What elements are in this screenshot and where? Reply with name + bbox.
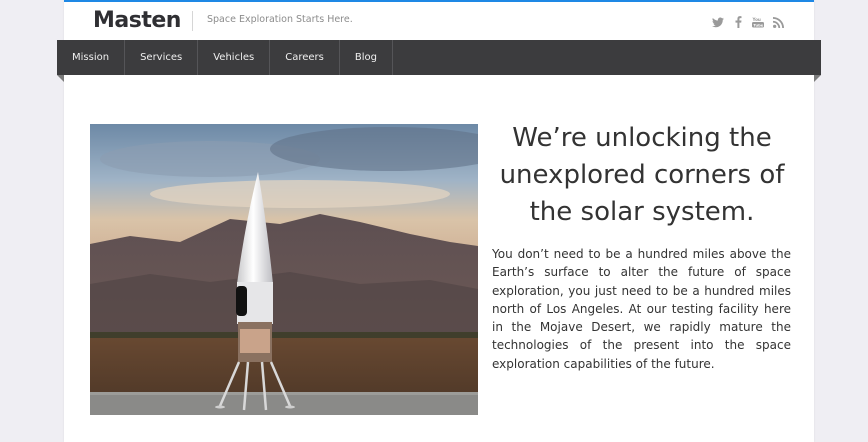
tagline: Space Exploration Starts Here. bbox=[207, 14, 353, 25]
logo-divider bbox=[192, 11, 193, 31]
twitter-icon[interactable] bbox=[712, 16, 724, 28]
social-links: You Tube bbox=[712, 16, 784, 28]
hero-body-text: You don’t need to be a hundred miles abo… bbox=[492, 247, 791, 371]
youtube-icon[interactable]: You Tube bbox=[752, 16, 764, 28]
ribbon-fold-right bbox=[814, 75, 821, 82]
svg-text:Tube: Tube bbox=[753, 23, 763, 27]
logo[interactable]: Masten bbox=[93, 6, 181, 36]
top-accent-line bbox=[64, 0, 814, 2]
nav-item-vehicles[interactable]: Vehicles bbox=[198, 40, 271, 75]
main-navigation: Mission Services Vehicles Careers Blog bbox=[57, 40, 821, 82]
nav-item-careers[interactable]: Careers bbox=[270, 40, 340, 75]
facebook-icon[interactable] bbox=[732, 16, 744, 28]
nav-item-services[interactable]: Services bbox=[125, 40, 199, 75]
ribbon-fold-left bbox=[57, 75, 64, 82]
svg-text:You: You bbox=[752, 17, 761, 22]
nav-item-mission[interactable]: Mission bbox=[57, 40, 126, 75]
nav-item-blog[interactable]: Blog bbox=[340, 40, 393, 75]
rss-icon[interactable] bbox=[772, 16, 784, 28]
hero-rocket-image bbox=[90, 124, 478, 415]
hero-headline: We’re unlocking the unexplored corners o… bbox=[499, 123, 785, 227]
